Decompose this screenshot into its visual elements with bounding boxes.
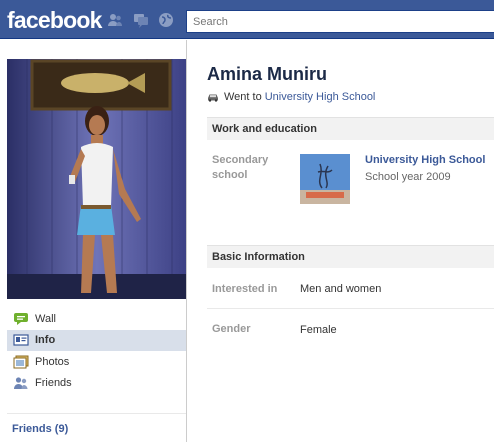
sidebar-item-info[interactable]: Info <box>7 329 186 351</box>
search-input[interactable] <box>187 11 494 32</box>
profile-nav: Wall Info Photos Friends <box>7 308 186 394</box>
school-year: School year 2009 <box>365 171 451 183</box>
friend-requests-icon[interactable] <box>107 12 123 28</box>
school-name-link[interactable]: University High School <box>365 154 485 166</box>
wall-icon <box>14 312 28 325</box>
messages-icon[interactable] <box>133 12 149 28</box>
divider <box>207 308 494 309</box>
gender-value: Female <box>300 324 337 336</box>
info-icon <box>13 334 29 346</box>
divider <box>7 413 186 414</box>
notifications-globe-icon[interactable] <box>158 12 174 28</box>
section-heading-basic-info: Basic Information <box>207 245 494 268</box>
school-thumbnail[interactable] <box>300 154 350 204</box>
section-heading-work-education: Work and education <box>207 117 494 140</box>
secondary-school-label: Secondary school <box>212 154 269 181</box>
sidebar-item-photos[interactable]: Photos <box>7 351 186 373</box>
went-to-line: Went to University High School <box>207 91 375 103</box>
interested-in-label: Interested in <box>212 283 278 295</box>
gender-label: Gender <box>212 323 251 335</box>
profile-photo[interactable] <box>7 59 186 299</box>
photos-icon <box>13 355 29 369</box>
facebook-logo[interactable]: facebook <box>7 7 102 33</box>
sidebar-item-wall[interactable]: Wall <box>7 308 186 330</box>
interested-in-value: Men and women <box>300 283 382 295</box>
went-school-link[interactable]: University High School <box>265 91 376 103</box>
search-box[interactable] <box>186 10 494 33</box>
friends-count-link[interactable]: Friends (9) <box>12 423 68 435</box>
sidebar-item-label: Info <box>35 334 56 347</box>
school-car-icon <box>208 94 218 102</box>
friends-icon <box>14 377 28 390</box>
sidebar-item-label: Photos <box>35 355 70 368</box>
left-column: Wall Info Photos Friends Friends (9) <box>0 40 187 442</box>
sidebar-item-friends[interactable]: Friends <box>7 373 186 395</box>
sidebar-item-label: Wall <box>35 312 56 325</box>
went-prefix: Went to <box>224 91 262 103</box>
sidebar-item-label: Friends <box>35 377 72 390</box>
top-bar: facebook <box>0 0 494 39</box>
profile-name: Amina Muniru <box>207 64 327 84</box>
